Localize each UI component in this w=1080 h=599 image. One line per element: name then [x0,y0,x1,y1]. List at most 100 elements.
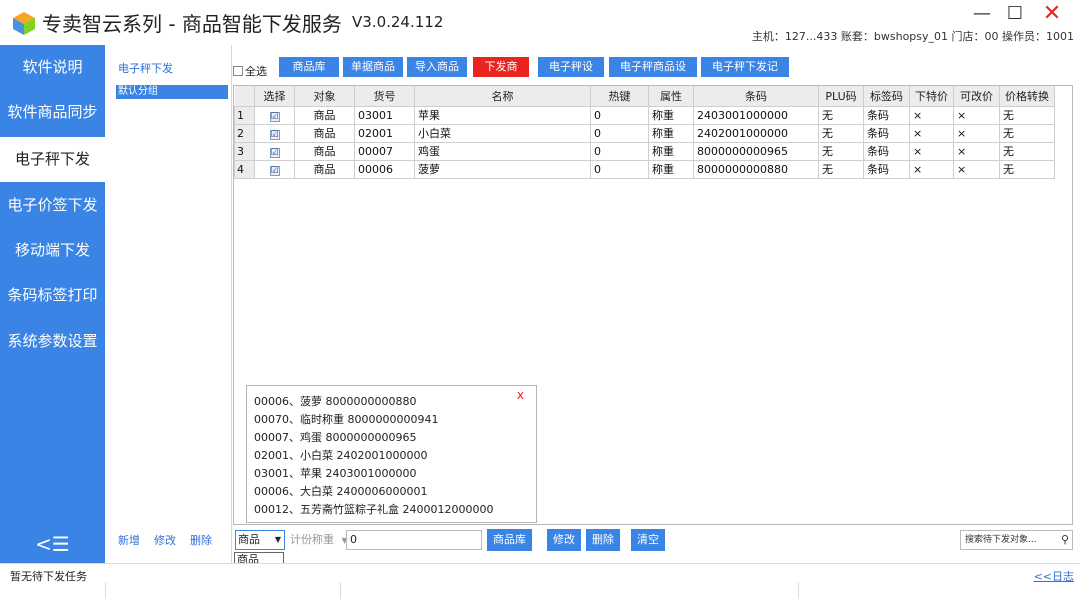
group-item-default[interactable]: 默认分组 [116,85,228,99]
sidebar-item-mobile-push[interactable]: 移动端下发 [0,228,105,273]
cell-barcode: 8000000000880 [693,159,819,179]
session-info: 主机：127...433 账套：bwshopsy_01 门店：00 操作员：10… [751,30,1074,43]
close-icon[interactable]: ✕ [1038,2,1066,26]
row-index: 3 [234,141,255,161]
cell-object: 商品 [294,105,355,125]
status-divider [105,582,106,599]
minimize-icon[interactable]: — [968,2,996,26]
suggestion-item[interactable]: 00006、菠萝 8000000000880 [254,393,416,409]
unit-select[interactable]: 计份称重 ▼ [288,530,348,550]
suggestion-item[interactable]: 02001、小白菜 2402001000000 [254,447,427,463]
status-text: 暂无待下发任务 [10,570,87,583]
scale-push-log-button[interactable]: 电子秤下发记录 [701,57,789,93]
row-checkbox[interactable]: ☑ [254,105,295,125]
column-header-plu[interactable]: PLU码 [818,86,864,107]
sidebar-item-system-settings[interactable]: 系统参数设置 [0,319,105,364]
scale-device-button[interactable]: 电子秤设备 [538,57,604,93]
row-index: 1 [234,105,255,125]
select-all-checkbox[interactable]: 全选 [233,63,267,79]
toolbar: 全选 商品库 单据商品 导入商品 下发商品 电子秤设备 电子秤商品设置 电子秤下… [233,45,1080,93]
suggestion-item[interactable]: 00070、临时称重 8000000000941 [254,411,438,427]
dropdown-arrow-icon: ▼ [274,535,281,544]
log-link[interactable]: <<日志 [1034,568,1074,584]
push-goods-button[interactable]: 下发商品 [473,57,529,93]
row-index: 2 [234,123,255,143]
app-title: 专卖智云系列 - 商品智能下发服务 [42,12,342,36]
type-select[interactable]: 商品 ▼ [235,530,285,550]
column-header-label[interactable]: 标签码 [863,86,910,107]
search-input[interactable]: 搜索待下发对象... ⚲ [960,530,1073,550]
checkbox-checked-icon: ☑ [269,111,280,122]
collapse-sidebar-icon[interactable]: <☰ [0,525,105,563]
row-checkbox[interactable]: ☑ [254,159,295,179]
scale-goods-settings-button[interactable]: 电子秤商品设置 [609,57,697,93]
column-header-name[interactable]: 名称 [414,86,591,107]
suggestion-item[interactable]: 00006、大白菜 2400006000001 [254,483,427,499]
cell-object: 商品 [294,123,355,143]
cell-convert: 无 [999,159,1055,179]
search-icon[interactable]: ⚲ [1061,531,1069,549]
edit-group-button[interactable]: 修改 [154,532,176,548]
column-header-attr[interactable]: 属性 [648,86,694,107]
bottom-input-bar: 商品 ▼ 计份称重 ▼ 0 商品库 修改 删除 清空 搜索待下发对象... ⚲ [233,528,1080,552]
cell-label: 条码 [863,123,910,143]
import-goods-button[interactable]: 导入商品 [407,57,467,77]
goods-lib-bottom-button[interactable]: 商品库 [487,529,532,551]
cell-name: 鸡蛋 [414,141,591,161]
cell-attr: 称重 [648,159,694,179]
column-header-object[interactable]: 对象 [294,86,355,107]
select-all-label: 全选 [245,65,267,78]
checkbox-checked-icon: ☑ [269,147,280,158]
cell-barcode: 2403001000000 [693,105,819,125]
column-header-select[interactable]: 选择 [254,86,295,107]
delete-button[interactable]: 删除 [586,529,620,551]
column-header-code[interactable]: 货号 [354,86,415,107]
cell-special: × [909,141,954,161]
suggestion-item[interactable]: 00012、五芳斋竹篮粽子礼盒 2400012000000 [254,501,493,517]
table-row[interactable]: 4 ☑ 商品 00006 菠萝 0 称重 8000000000880 无 条码 … [234,159,1055,179]
cell-code: 00006 [354,159,415,179]
cell-name: 小白菜 [414,123,591,143]
unit-select-value: 计份称重 [290,533,334,546]
sidebar-item-barcode-print[interactable]: 条码标签打印 [0,273,105,318]
sidebar-item-price-tag-push[interactable]: 电子价签下发 [0,183,105,228]
add-group-button[interactable]: 新增 [118,532,140,548]
column-header-special[interactable]: 下特价 [909,86,954,107]
cell-hotkey: 0 [590,141,649,161]
cell-code: 02001 [354,123,415,143]
row-index: 4 [234,159,255,179]
close-suggestion-icon[interactable]: x [517,388,524,402]
sidebar: 软件说明 软件商品同步 电子秤下发 电子价签下发 移动端下发 条码标签打印 系统… [0,45,105,563]
column-header-hotkey[interactable]: 热键 [590,86,649,107]
column-header-convert[interactable]: 价格转换 [999,86,1055,107]
app-version: V3.0.24.112 [352,13,444,31]
single-goods-button[interactable]: 单据商品 [343,57,403,77]
cell-convert: 无 [999,105,1055,125]
suggestion-popup: x 00006、菠萝 8000000000880 00070、临时称重 8000… [246,385,537,523]
clear-button[interactable]: 清空 [631,529,665,551]
table-row[interactable]: 1 ☑ 商品 03001 苹果 0 称重 2403001000000 无 条码 … [234,105,1055,125]
table-row[interactable]: 3 ☑ 商品 00007 鸡蛋 0 称重 8000000000965 无 条码 … [234,141,1055,161]
sidebar-item-software-guide[interactable]: 软件说明 [0,45,105,90]
cell-special: × [909,123,954,143]
goods-lib-button[interactable]: 商品库 [279,57,339,77]
suggestion-item[interactable]: 03001、苹果 2403001000000 [254,465,416,481]
cell-barcode: 2402001000000 [693,123,819,143]
maximize-icon[interactable]: ☐ [1001,2,1029,26]
cell-plu: 无 [818,141,864,161]
delete-group-button[interactable]: 删除 [190,532,212,548]
row-checkbox[interactable]: ☑ [254,123,295,143]
row-checkbox[interactable]: ☑ [254,141,295,161]
column-header-barcode[interactable]: 条码 [693,86,819,107]
edit-button[interactable]: 修改 [547,529,581,551]
sidebar-item-goods-sync[interactable]: 软件商品同步 [0,90,105,135]
value-input[interactable]: 0 [346,530,482,550]
sidebar-item-scale-push[interactable]: 电子秤下发 [0,137,105,182]
table-row[interactable]: 2 ☑ 商品 02001 小白菜 0 称重 2402001000000 无 条码… [234,123,1055,143]
cell-special: × [909,105,954,125]
column-header-editable[interactable]: 可改价 [953,86,1000,107]
cell-convert: 无 [999,123,1055,143]
cell-code: 00007 [354,141,415,161]
suggestion-item[interactable]: 00007、鸡蛋 8000000000965 [254,429,416,445]
goods-table: 选择 对象 货号 名称 热键 属性 条码 PLU码 标签码 下特价 可改价 价格… [234,86,1055,179]
